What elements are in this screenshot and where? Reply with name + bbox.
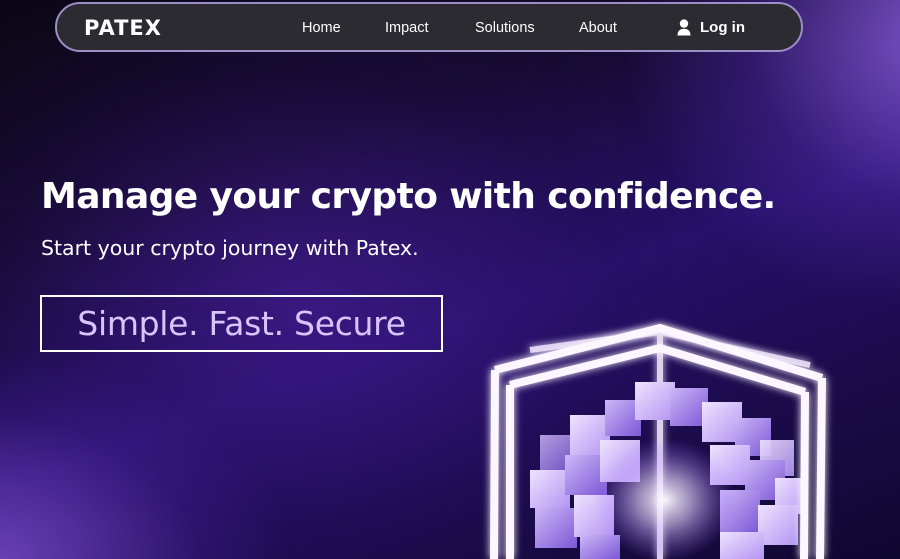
tagline: Simple. Fast. Secure (77, 304, 406, 343)
tagline-box: Simple. Fast. Secure (40, 295, 443, 352)
login-button[interactable]: Log in (677, 19, 745, 36)
nav-link-impact[interactable]: Impact (385, 20, 429, 36)
login-label: Log in (700, 19, 745, 36)
hero-subtitle: Start your crypto journey with Patex. (41, 236, 419, 260)
nav-link-home[interactable]: Home (302, 20, 341, 36)
nav-link-solutions[interactable]: Solutions (475, 20, 535, 36)
logo[interactable]: PATEX (84, 16, 162, 40)
hero-title: Manage your crypto with confidence. (41, 176, 776, 217)
nav-link-about[interactable]: About (579, 20, 617, 36)
navbar: PATEX Home Impact Solutions About Log in (55, 2, 803, 52)
glowing-cube-illustration (470, 310, 900, 559)
user-icon (677, 19, 691, 36)
